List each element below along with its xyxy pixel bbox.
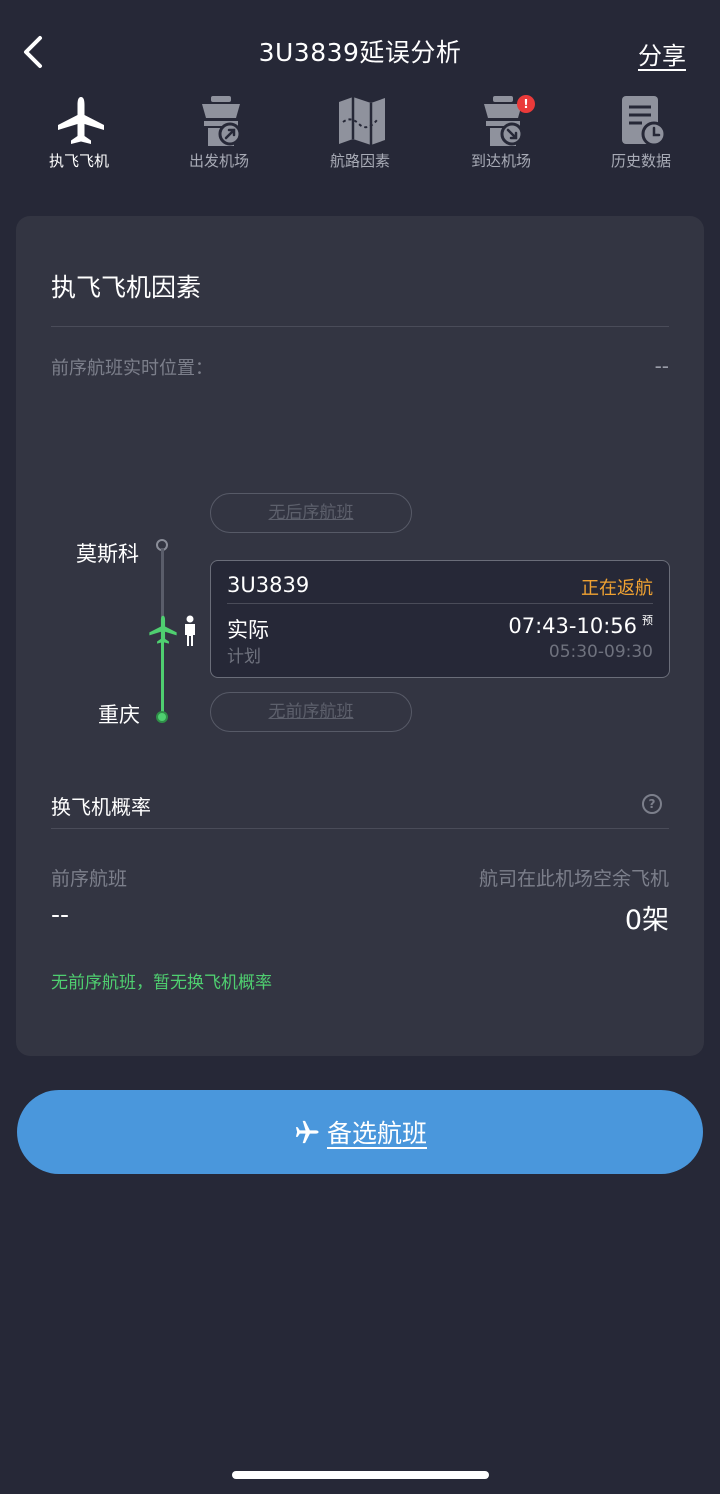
tab-departure-airport[interactable]: 出发机场 [149,92,289,182]
alert-badge: ! [517,95,535,113]
tab-arrival-airport[interactable]: ! 到达机场 [431,92,571,182]
airplane-icon [58,97,104,144]
section-title: 执飞飞机因素 [51,273,202,302]
alternative-flights-label: 备选航班 [326,1119,427,1148]
history-document-icon [622,96,667,147]
tab-route-factors-label: 航路因素 [329,152,390,170]
tab-history-data[interactable]: 历史数据 [571,92,711,182]
help-icon[interactable]: ? [642,794,662,814]
prev-flight-value: -- [51,900,70,929]
passenger-icon [185,615,195,646]
prev-flight-label: 前序航班 [51,868,128,890]
tab-aircraft-label: 执飞飞机 [48,152,109,170]
alternative-flights-content: 备选航班 [17,1114,703,1150]
tab-bar: 执飞飞机 出发机场 航路因素 ! 到达机场 历史数据 [0,92,720,182]
spare-aircraft-label: 航司在此机场空余飞机 [478,868,669,890]
tab-departure-airport-label: 出发机场 [188,152,249,170]
swap-note: 无前序航班，暂无换飞机概率 [51,973,272,993]
flight-info-box[interactable]: 3U3839 正在返航 实际 07:43-10:56 预 计划 05:30-09… [210,560,670,678]
share-button[interactable]: 分享 [638,36,686,71]
home-indicator[interactable] [232,1471,489,1479]
route-line-remaining [161,548,164,618]
tab-aircraft[interactable]: 执飞飞机 [9,92,149,182]
page-title: 3U3839延误分析 [258,38,462,67]
actual-time: 07:43-10:56 [508,614,637,638]
flight-status: 正在返航 [581,578,653,599]
actual-label: 实际 [227,618,269,642]
route-line-flown [161,640,164,717]
divider [51,828,669,829]
prev-flight-position-value: -- [654,354,669,378]
prev-flight-pill[interactable]: 无前序航班 [210,692,412,732]
next-flight-pill[interactable]: 无后序航班 [210,493,412,533]
plan-label: 计划 [227,647,261,667]
destination-city: 重庆 [98,703,140,727]
estimate-mark: 预 [642,614,653,627]
plan-time: 05:30-09:30 [548,642,653,662]
spare-aircraft-value: 0架 [624,905,669,936]
swap-probability-title: 换飞机概率 [51,795,151,819]
departure-tower-icon [202,96,242,146]
destination-node [156,711,168,723]
tab-history-data-label: 历史数据 [610,152,671,170]
tab-route-factors[interactable]: 航路因素 [290,92,430,182]
tab-arrival-airport-label: 到达机场 [470,152,531,170]
map-icon [339,97,385,145]
alternative-flights-button[interactable]: 备选航班 [17,1090,703,1174]
divider [51,326,669,327]
flight-number: 3U3839 [227,573,310,597]
airplane-icon [295,1120,319,1144]
prev-flight-position-label: 前序航班实时位置： [51,358,213,379]
origin-city: 莫斯科 [76,542,139,566]
divider [227,603,653,604]
